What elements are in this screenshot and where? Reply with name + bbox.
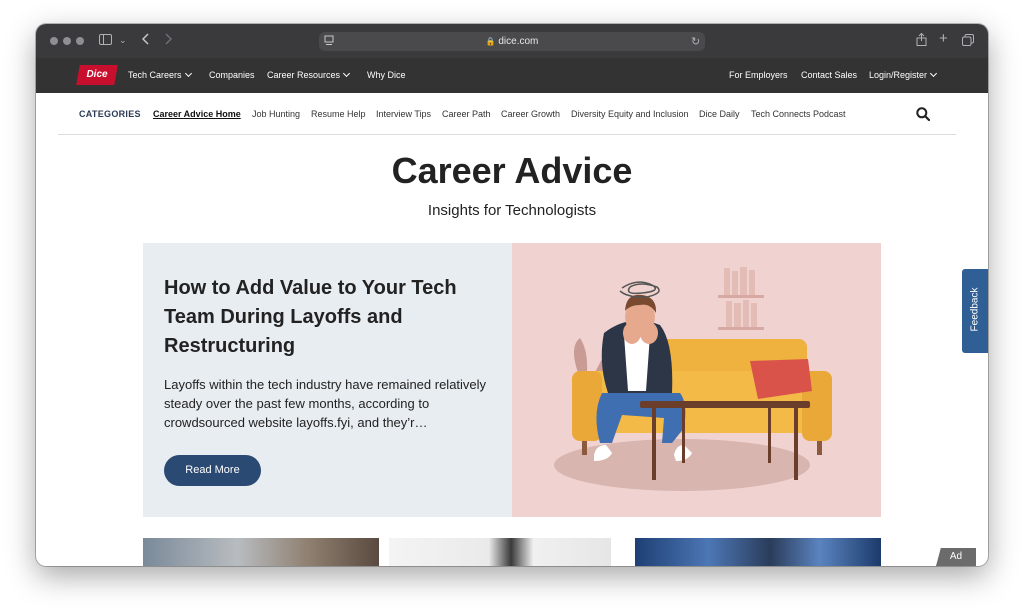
- article-thumbnail-2[interactable]: [389, 538, 611, 566]
- nav-contact-sales[interactable]: Contact Sales: [801, 58, 857, 93]
- article-thumbnail-3[interactable]: [635, 538, 881, 566]
- nav-login-register-label: Login/Register: [869, 70, 928, 80]
- feedback-tab[interactable]: Feedback: [962, 269, 988, 353]
- featured-article-text-panel: How to Add Value to Your Tech Team Durin…: [143, 243, 512, 517]
- address-bar[interactable]: 🔒 dice.com ↻: [319, 32, 705, 51]
- tab-overview-icon[interactable]: [962, 34, 974, 49]
- chevron-down-icon[interactable]: ⌄: [119, 33, 127, 47]
- nav-career-resources-label: Career Resources: [267, 70, 341, 80]
- dice-logo-text: Dice: [86, 69, 108, 80]
- article-thumbnail-1[interactable]: [143, 538, 379, 566]
- nav-contact-sales-label: Contact Sales: [801, 70, 858, 80]
- share-icon[interactable]: [916, 32, 927, 49]
- category-interview-tips[interactable]: Interview Tips: [376, 93, 431, 135]
- category-career-advice-home[interactable]: Career Advice Home: [153, 93, 241, 135]
- categories-label: CATEGORIES: [79, 109, 141, 119]
- featured-article-title[interactable]: How to Add Value to Your Tech Team Durin…: [164, 274, 484, 361]
- url-text: 🔒 dice.com: [319, 32, 705, 51]
- lock-icon: 🔒: [485, 37, 496, 46]
- feedback-label: Feedback: [969, 287, 981, 332]
- categories-bar: CATEGORIES Career Advice Home Job Huntin…: [58, 93, 956, 135]
- close-window-button[interactable]: [50, 37, 58, 45]
- reload-icon[interactable]: ↻: [691, 35, 700, 49]
- category-resume-help[interactable]: Resume Help: [311, 93, 366, 135]
- nav-for-employers[interactable]: For Employers: [729, 58, 788, 93]
- browser-titlebar: ⌄ 🔒 dice.com ↻ +: [36, 24, 988, 58]
- page-subtitle: Insights for Technologists: [427, 202, 597, 219]
- sidebar-toggle-icon[interactable]: [99, 34, 112, 48]
- back-arrow-icon[interactable]: [141, 33, 150, 48]
- nav-tech-careers-label: Tech Careers: [128, 70, 182, 80]
- category-career-path[interactable]: Career Path: [442, 93, 491, 135]
- ad-badge[interactable]: Ad: [936, 548, 976, 566]
- chevron-down-icon: [342, 69, 351, 78]
- url-label: dice.com: [498, 36, 539, 47]
- category-diversity-equity-inclusion[interactable]: Diversity Equity and Inclusion: [571, 93, 689, 135]
- nav-why-dice-label: Why Dice: [367, 70, 406, 80]
- nav-for-employers-label: For Employers: [729, 70, 788, 80]
- page-title: Career Advice: [391, 150, 633, 191]
- featured-article-card[interactable]: How to Add Value to Your Tech Team Durin…: [143, 243, 881, 517]
- category-job-hunting[interactable]: Job Hunting: [252, 93, 300, 135]
- category-career-growth[interactable]: Career Growth: [501, 93, 560, 135]
- read-more-button[interactable]: Read More: [164, 455, 261, 486]
- dice-logo[interactable]: Dice: [76, 65, 118, 85]
- nav-companies[interactable]: Companies: [209, 58, 255, 93]
- chevron-down-icon: [184, 69, 192, 78]
- forward-arrow-icon[interactable]: [164, 33, 173, 48]
- search-icon[interactable]: [916, 107, 930, 121]
- zoom-window-button[interactable]: [76, 37, 84, 45]
- browser-window: ⌄ 🔒 dice.com ↻ + Dice Tech Careers Compa…: [36, 24, 988, 566]
- nav-why-dice[interactable]: Why Dice: [367, 58, 406, 93]
- stressed-man-illustration: [554, 267, 832, 491]
- featured-article-excerpt: Layoffs within the tech industry have re…: [164, 377, 487, 430]
- nav-career-resources[interactable]: Career Resources: [267, 58, 351, 93]
- category-tech-connects-podcast[interactable]: Tech Connects Podcast: [751, 93, 846, 135]
- site-nav: Dice Tech Careers Companies Career Resou…: [36, 58, 988, 93]
- chevron-down-icon: [930, 69, 938, 78]
- minimize-window-button[interactable]: [63, 37, 71, 45]
- new-tab-icon[interactable]: +: [939, 31, 948, 46]
- category-dice-daily[interactable]: Dice Daily: [699, 93, 740, 135]
- nav-tech-careers[interactable]: Tech Careers: [128, 58, 192, 93]
- nav-login-register[interactable]: Login/Register: [869, 58, 938, 93]
- featured-article-illustration: [512, 243, 881, 517]
- nav-companies-label: Companies: [209, 70, 255, 80]
